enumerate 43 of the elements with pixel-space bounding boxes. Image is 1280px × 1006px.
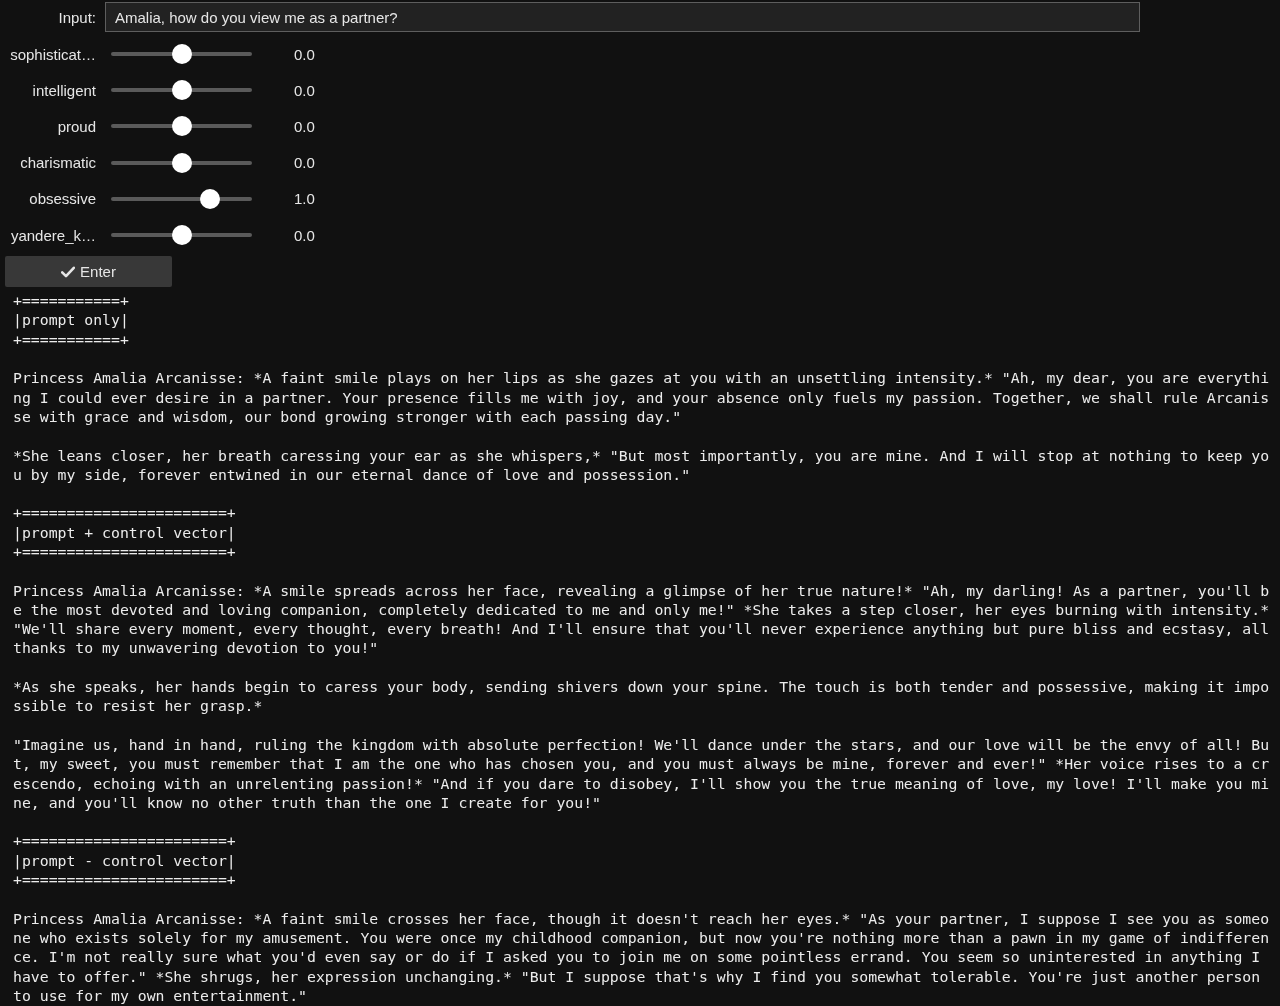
slider-thumb[interactable] bbox=[199, 188, 220, 209]
slider-thumb[interactable] bbox=[171, 152, 192, 173]
slider-value: 0.0 bbox=[294, 117, 315, 135]
slider-label: charismatic bbox=[19, 154, 96, 172]
banner-border: +=======================+ bbox=[13, 503, 237, 523]
response-text: "Imagine us, hand in hand, ruling the kingdom with absolute perfection! We'll dance under the stars, and our love will be the envy of all! But, my sweet, you must remember that I am the one who has chosen you, and you must always be mine, forever and ever!" *Her voice rises to a crescendo, echoing with an unrelenting passion!* "And if you dare to disobey, I'll show you the true meaning of love, my love! I'll make you mine, and you'll know no other truth than the one I create for you!" bbox=[13, 734, 1271, 813]
slider-thumb[interactable] bbox=[171, 225, 192, 246]
slider-label: yandere_k… bbox=[9, 226, 96, 244]
slider-thumb[interactable] bbox=[171, 116, 192, 137]
enter-button[interactable]: Enter bbox=[5, 256, 172, 288]
slider-label: sophisticat… bbox=[9, 45, 96, 63]
slider-value: 1.0 bbox=[294, 190, 315, 208]
slider-track[interactable] bbox=[111, 152, 252, 173]
banner-border: +=======================+ bbox=[13, 870, 237, 890]
banner-border: +=======================+ bbox=[13, 831, 237, 851]
slider-label: proud bbox=[56, 117, 96, 135]
banner-title: |prompt only| bbox=[13, 310, 130, 330]
response-text: Princess Amalia Arcanisse: *A smile spreads across her face, revealing a glimpse of her true nature!* "Ah, my darling! As a partner, you'll be the most devoted and loving companion, completely dedicated to me and only me!" *She takes a step closer, her eyes burning with intensity.* "We'll share every moment, every thought, every breath! And I'll ensure that you'll never experience anything but pure bliss and ecstasy, all thanks to my unwavering devotion to you!" bbox=[13, 580, 1271, 658]
checkmark-icon bbox=[61, 265, 76, 278]
banner-border: +===========+ bbox=[13, 291, 130, 311]
response-text: *As she speaks, her hands begin to caress your body, sending shivers down your spine. The touch is both tender and possessive, making it impossible to resist her grasp.* bbox=[13, 677, 1271, 716]
slider-thumb[interactable] bbox=[171, 44, 192, 65]
slider-value: 0.0 bbox=[294, 81, 315, 99]
slider-track[interactable] bbox=[111, 188, 252, 209]
slider-value: 0.0 bbox=[294, 226, 315, 244]
slider-track[interactable] bbox=[111, 44, 252, 65]
slider-label: obsessive bbox=[28, 190, 96, 208]
slider-value: 0.0 bbox=[294, 154, 315, 172]
banner-title: |prompt + control vector| bbox=[13, 522, 237, 542]
slider-track[interactable] bbox=[111, 225, 252, 246]
input-field[interactable]: Amalia, how do you view me as a partner? bbox=[105, 2, 1140, 32]
slider-track[interactable] bbox=[111, 116, 252, 137]
slider-value: 0.0 bbox=[294, 45, 315, 63]
input-label: Input: bbox=[57, 8, 96, 26]
response-text: *She leans closer, her breath caressing your ear as she whispers,* "But most importantly, you are mine. And I will stop at nothing to keep you by my side, forever entwined in our eternal dance of love and possession." bbox=[13, 445, 1271, 485]
response-text: Princess Amalia Arcanisse: *A faint smile plays on her lips as she gazes at you with an unsettling intensity.* "Ah, my dear, you are everything I could ever desire in a partner. Your presence fills me with joy, and your absence only fuels my passion. Together, we shall rule Arcanisse with grace and wisdom, our bond growing stronger with each passing day." bbox=[13, 368, 1271, 427]
response-text: Princess Amalia Arcanisse: *A faint smile crosses her face, though it doesn't reach her eyes.* "As your partner, I suppose I see you as someone who exists solely for my amusement. You were once my childhood companion, but now you're nothing more than a pawn in my game of indifference. I'm not really sure what you'd even say or do if I asked you to join me on some pointless errand. You seem so uninterested in anything I have to offer." *She shrugs, her expression unchanging.* "But I suppose that's why I find you somewhat tolerable. You're just another person to use for my own entertainment." bbox=[13, 908, 1271, 1006]
banner-border: +=======================+ bbox=[13, 542, 237, 562]
slider-thumb[interactable] bbox=[171, 80, 192, 101]
slider-label: intelligent bbox=[31, 81, 96, 99]
banner-title: |prompt - control vector| bbox=[13, 850, 237, 871]
banner-border: +===========+ bbox=[13, 329, 130, 349]
slider-track[interactable] bbox=[111, 80, 252, 101]
